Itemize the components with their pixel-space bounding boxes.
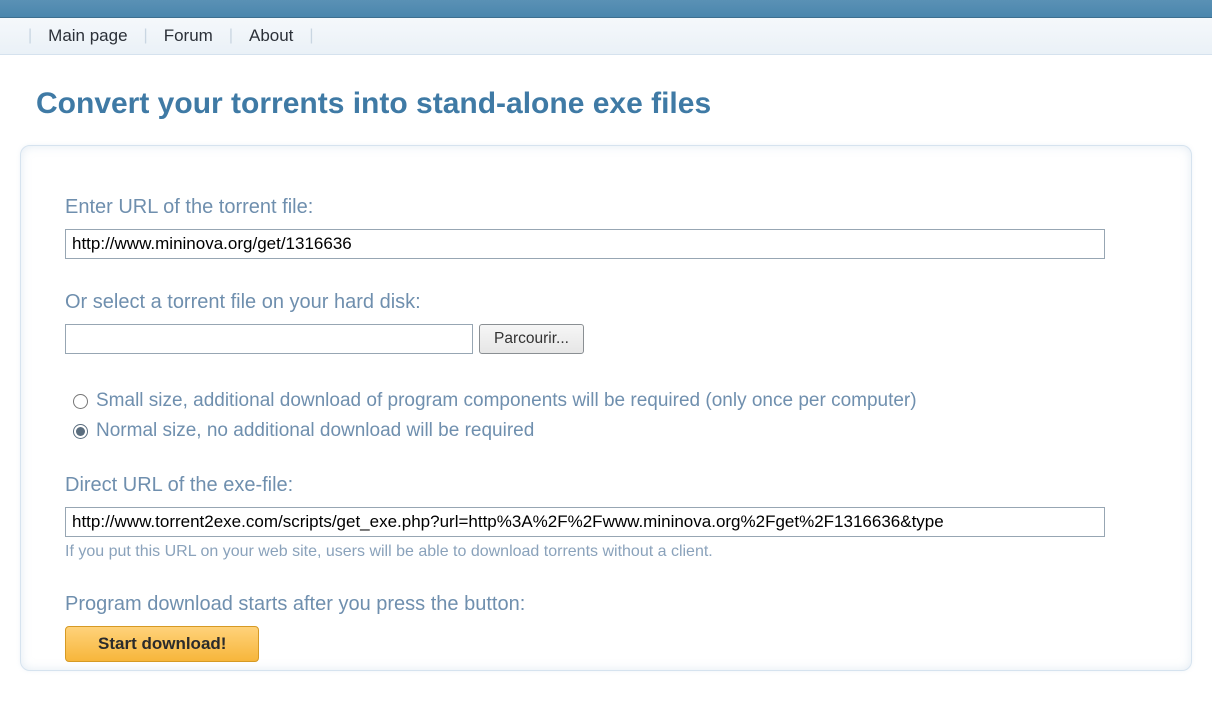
start-label: Program download starts after you press … [65, 593, 1147, 616]
browse-button[interactable]: Parcourir... [479, 324, 584, 354]
direct-url-note: If you put this URL on your web site, us… [65, 543, 1147, 561]
nav-divider: | [28, 27, 32, 45]
size-option-section: Small size, additional download of progr… [65, 386, 1147, 446]
direct-url-label: Direct URL of the exe-file: [65, 474, 1147, 497]
size-label-normal: Normal size, no additional download will… [96, 420, 534, 442]
torrent-url-input[interactable] [65, 229, 1105, 259]
file-field-label: Or select a torrent file on your hard di… [65, 291, 1147, 314]
size-radio-normal[interactable] [73, 424, 88, 439]
nav-about[interactable]: About [241, 24, 301, 48]
file-picker-row: Parcourir... [65, 324, 1147, 354]
top-banner-bar [0, 0, 1212, 18]
file-section: Or select a torrent file on your hard di… [65, 291, 1147, 354]
url-field-label: Enter URL of the torrent file: [65, 196, 1147, 219]
form-panel: Enter URL of the torrent file: Or select… [20, 145, 1192, 671]
direct-url-section: Direct URL of the exe-file: If you put t… [65, 474, 1147, 561]
direct-url-input[interactable] [65, 507, 1105, 537]
nav-divider: | [144, 27, 148, 45]
url-section: Enter URL of the torrent file: [65, 196, 1147, 259]
main-nav: | Main page | Forum | About | [0, 18, 1212, 55]
size-radio-small[interactable] [73, 394, 88, 409]
nav-divider: | [229, 27, 233, 45]
size-label-small: Small size, additional download of progr… [96, 390, 917, 412]
nav-main-page[interactable]: Main page [40, 24, 135, 48]
start-section: Program download starts after you press … [65, 593, 1147, 662]
size-option-small-row: Small size, additional download of progr… [65, 386, 1147, 416]
nav-divider: | [309, 27, 313, 45]
torrent-file-path-input[interactable] [65, 324, 473, 354]
page-title: Convert your torrents into stand-alone e… [36, 87, 1212, 121]
nav-forum[interactable]: Forum [156, 24, 221, 48]
size-option-normal-row: Normal size, no additional download will… [65, 416, 1147, 446]
start-download-button[interactable]: Start download! [65, 626, 259, 662]
